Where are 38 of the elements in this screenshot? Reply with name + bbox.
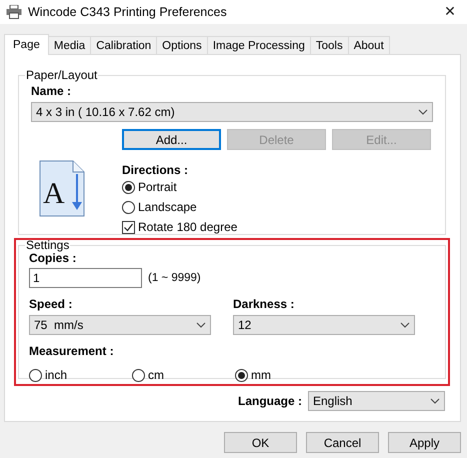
chevron-down-icon — [400, 322, 410, 328]
paper-button[interactable]: Add... — [122, 129, 221, 150]
tab[interactable]: Options — [156, 36, 208, 54]
orientation-radio[interactable]: Landscape — [122, 197, 238, 217]
field-label: Darkness : — [233, 297, 294, 311]
tab[interactable]: Image Processing — [206, 36, 311, 54]
dialog-button[interactable]: OK — [224, 432, 297, 453]
dialog-button[interactable]: Apply — [388, 432, 461, 453]
paper-dropdown[interactable]: 4 x 3 in ( 10.16 x 7.62 cm) — [31, 102, 433, 122]
checkmark-icon — [123, 222, 134, 232]
field-label: Speed : — [29, 297, 72, 311]
measurement-radio[interactable]: mm — [235, 365, 338, 385]
rotate-checkbox[interactable]: Rotate 180 degree — [122, 217, 238, 237]
printer-icon — [6, 5, 22, 19]
group-title: Settings — [25, 239, 70, 251]
chevron-down-icon — [196, 322, 206, 328]
tab[interactable]: About — [348, 36, 390, 54]
field-label: Measurement : — [29, 344, 114, 358]
group-title: Paper/Layout — [25, 69, 98, 81]
chevron-down-icon — [418, 109, 428, 115]
chevron-down-icon — [430, 398, 440, 404]
portrait-page-icon: A — [39, 160, 85, 217]
measurement-radio[interactable]: cm — [132, 365, 235, 385]
field-label: Copies : — [29, 251, 76, 265]
measurement-radio[interactable]: inch — [29, 365, 132, 385]
language-dropdown[interactable]: English — [308, 391, 445, 411]
dialog-button[interactable]: Cancel — [306, 432, 379, 453]
tab[interactable]: Page — [4, 34, 49, 55]
field-label: Directions : — [122, 163, 190, 177]
orientation-radio[interactable]: Portrait — [122, 177, 238, 197]
range-hint: (1 ~ 9999) — [148, 272, 201, 284]
window-title: Wincode C343 Printing Preferences — [28, 5, 227, 19]
copies-input[interactable]: 1 — [29, 268, 142, 288]
field-label: Name : — [31, 84, 72, 98]
darkness-dropdown[interactable]: 12 — [233, 315, 415, 335]
close-button[interactable]: ✕ — [435, 0, 465, 24]
field-label: Language : — [238, 394, 302, 408]
speed-dropdown[interactable]: 75 mm/s — [29, 315, 211, 335]
